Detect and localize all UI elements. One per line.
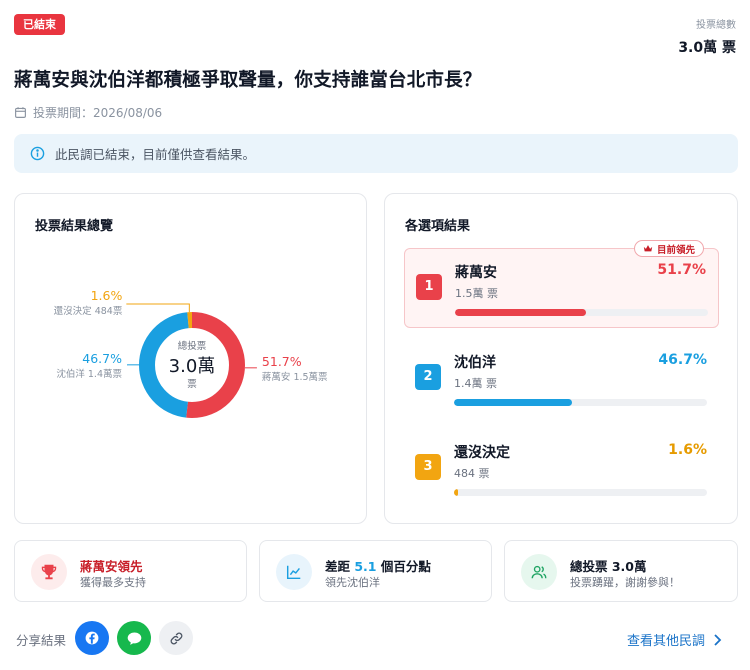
option-name: 蔣萬安 (455, 265, 497, 281)
poll-period-text: 投票期間：2026/08/06 (33, 106, 163, 120)
leader-stat-card: 蔣萬安領先 獲得最多支持 (14, 540, 247, 602)
total-votes-summary: 投票總數 3.0萬 票 (678, 16, 736, 57)
donut-center-value: 3.0萬 (169, 356, 216, 377)
donut-leader-3 (126, 303, 190, 313)
crown-icon (643, 245, 653, 252)
ended-notice: 此民調已結束，目前僅供查看結果。 (14, 134, 738, 173)
option-bar-fill (454, 399, 573, 406)
option-pct: 46.7% (658, 352, 707, 368)
total-stat-card: 總投票 3.0萬 投票踴躍，謝謝參與！ (504, 540, 738, 602)
ended-notice-text: 此民調已結束，目前僅供查看結果。 (55, 147, 256, 162)
total-votes-value: 3.0萬 票 (678, 40, 736, 56)
facebook-share-button[interactable] (75, 621, 109, 655)
donut-name-label-2: 沈伯洋 1.4萬票 (56, 368, 122, 380)
option-bar (454, 399, 707, 406)
option-pct: 1.6% (668, 442, 707, 458)
option-votes: 1.5萬 票 (455, 287, 498, 300)
option-bar (454, 489, 707, 496)
facebook-icon (85, 631, 99, 645)
donut-name-label-3: 還沒決定 484票 (54, 305, 123, 317)
share-label: 分享結果 (16, 633, 67, 648)
gap-stat-suffix: 個百分點 (376, 559, 431, 574)
total-stat-sub: 投票踴躍，謝謝參與！ (570, 576, 680, 589)
line-chat-icon (127, 632, 141, 645)
donut-pct-label-1: 51.7% (262, 354, 302, 369)
option-row-2: 2 沈伯洋 1.4萬 票 46.7% (404, 339, 719, 419)
trophy-icon (31, 554, 67, 590)
status-badge: 已結束 (14, 14, 65, 35)
leader-stat-title: 蔣萬安領先 (80, 559, 143, 574)
donut-pct-label-3: 1.6% (91, 288, 123, 303)
option-rank: 3 (415, 454, 441, 480)
total-votes-label: 投票總數 (696, 20, 736, 31)
leading-tag-text: 目前領先 (656, 244, 695, 256)
option-rank: 2 (415, 364, 441, 390)
overview-card: 投票結果總覽 總投票 3.0萬 票 51.7% 蔣萬安 1.5萬票 46.7% 沈伯洋… (14, 193, 367, 524)
view-other-polls-text: 查看其他民調 (626, 634, 705, 649)
option-bar (455, 309, 708, 316)
option-name: 還沒決定 (454, 445, 510, 461)
option-row-1: 目前領先 1 蔣萬安 1.5萬 票 51.7% (404, 240, 719, 328)
donut-pct-label-2: 46.7% (82, 351, 122, 366)
leader-stat-sub: 獲得最多支持 (80, 576, 146, 589)
option-rank: 1 (416, 274, 442, 300)
poll-period: 投票期間：2026/08/06 (14, 104, 162, 121)
donut-center-label: 總投票 (178, 340, 207, 352)
gap-stat-card: 差距 5.1 個百分點 領先沈伯洋 (259, 540, 492, 602)
info-icon (30, 146, 45, 161)
gap-stat-title: 差距 5.1 個百分點 (325, 556, 431, 575)
option-name: 沈伯洋 (454, 355, 496, 371)
leading-tag: 目前領先 (633, 240, 704, 257)
results-card: 各選項結果 目前領先 1 蔣萬安 1.5萬 票 51.7% 2 沈伯洋 1.4萬… (384, 193, 738, 524)
option-votes: 1.4萬 票 (454, 377, 497, 390)
option-row-3: 3 還沒決定 484 票 1.6% (404, 429, 719, 509)
gap-stat-value: 5.1 (354, 559, 377, 574)
option-pct: 51.7% (657, 262, 706, 278)
view-other-polls-link[interactable]: 查看其他民調 (627, 630, 722, 649)
line-share-button[interactable] (117, 621, 151, 655)
gap-stat-prefix: 差距 (325, 559, 355, 574)
donut-name-label-1: 蔣萬安 1.5萬票 (262, 371, 328, 383)
results-title: 各選項結果 (405, 219, 471, 234)
users-icon (521, 554, 557, 590)
link-icon (170, 632, 182, 644)
option-bar-fill (455, 309, 586, 316)
option-votes: 484 票 (454, 467, 490, 480)
copy-link-button[interactable] (159, 621, 193, 655)
calendar-icon (15, 107, 26, 118)
gap-stat-sub: 領先沈伯洋 (325, 576, 380, 589)
option-bar-fill (454, 489, 459, 496)
poll-title: 蔣萬安與沈伯洋都積極爭取聲量，你支持誰當台北市長？ (14, 70, 482, 91)
donut-chart: 總投票 3.0萬 票 51.7% 蔣萬安 1.5萬票 46.7% 沈伯洋 1.4萬票 1… (54, 288, 328, 418)
donut-center-unit: 票 (187, 379, 197, 390)
chevron-right-icon (714, 633, 722, 646)
total-stat-title: 總投票 3.0萬 (570, 559, 647, 574)
trend-chart-icon (276, 554, 312, 590)
